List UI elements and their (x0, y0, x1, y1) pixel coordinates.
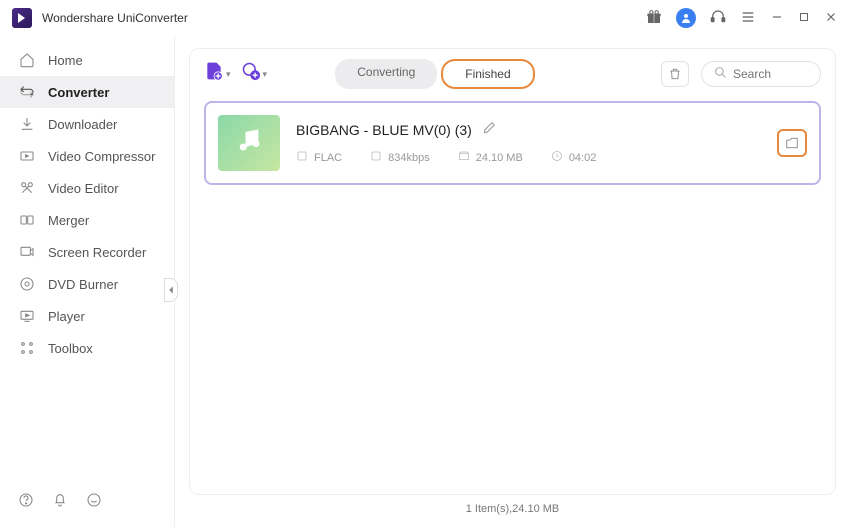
feedback-icon[interactable] (86, 492, 102, 513)
file-format: FLAC (296, 150, 342, 165)
sidebar-item-label: Converter (48, 85, 109, 100)
dvd-icon (18, 276, 36, 292)
size-icon (458, 150, 470, 165)
merger-icon (18, 212, 36, 228)
toolbox-icon (18, 340, 36, 356)
tab-finished[interactable]: Finished (441, 59, 534, 89)
sidebar-item-label: Merger (48, 213, 89, 228)
downloader-icon (18, 116, 36, 132)
add-circle-icon (241, 61, 261, 87)
content-area: ▾ ▾ Converting Finished (175, 36, 850, 527)
sidebar-item-label: Screen Recorder (48, 245, 146, 260)
sidebar-item-toolbox[interactable]: Toolbox (0, 332, 174, 364)
compressor-icon (18, 148, 36, 164)
titlebar: Wondershare UniConverter (0, 0, 850, 36)
file-size: 24.10 MB (458, 150, 523, 165)
sidebar-item-label: Home (48, 53, 83, 68)
bottom-icon-bar (0, 478, 174, 527)
recorder-icon (18, 244, 36, 260)
search-input[interactable] (733, 67, 813, 81)
search-icon (714, 66, 727, 82)
file-title: BIGBANG - BLUE MV(0) (3) (296, 122, 472, 138)
file-item[interactable]: BIGBANG - BLUE MV(0) (3) FLAC 834kbps 24… (204, 101, 821, 185)
add-url-button[interactable]: ▾ (241, 61, 268, 87)
close-button[interactable] (824, 10, 838, 27)
chevron-down-icon: ▾ (263, 69, 268, 80)
tab-converting[interactable]: Converting (335, 59, 437, 89)
sidebar-item-label: Video Editor (48, 181, 119, 196)
sidebar-item-merger[interactable]: Merger (0, 204, 174, 236)
sidebar-item-player[interactable]: Player (0, 300, 174, 332)
format-icon (296, 150, 308, 165)
open-folder-button[interactable] (777, 129, 807, 157)
sidebar-item-converter[interactable]: Converter (0, 76, 174, 108)
toolbar-right (661, 61, 821, 87)
titlebar-left: Wondershare UniConverter (12, 8, 188, 28)
sidebar-item-video-editor[interactable]: Video Editor (0, 172, 174, 204)
file-duration: 04:02 (551, 150, 597, 165)
music-note-icon (235, 126, 263, 161)
maximize-button[interactable] (798, 10, 810, 26)
status-bar: 1 Item(s),24.10 MB (189, 495, 836, 519)
editor-icon (18, 180, 36, 196)
player-icon (18, 308, 36, 324)
edit-icon[interactable] (482, 121, 496, 138)
folder-icon (784, 136, 800, 150)
sidebar-item-label: Toolbox (48, 341, 93, 356)
sidebar-item-video-compressor[interactable]: Video Compressor (0, 140, 174, 172)
sidebar-item-label: DVD Burner (48, 277, 118, 292)
converter-icon (18, 84, 36, 100)
bitrate-icon (370, 150, 382, 165)
sidebar-item-label: Video Compressor (48, 149, 155, 164)
file-bitrate: 834kbps (370, 150, 430, 165)
add-file-icon (204, 61, 224, 87)
sidebar-item-home[interactable]: Home (0, 44, 174, 76)
app-logo-icon (12, 8, 32, 28)
home-icon (18, 52, 36, 68)
chevron-down-icon: ▾ (226, 69, 231, 80)
main-layout: Home Converter Downloader Video Compress… (0, 36, 850, 527)
toolbar: ▾ ▾ Converting Finished (204, 59, 821, 97)
sidebar-item-screen-recorder[interactable]: Screen Recorder (0, 236, 174, 268)
sidebar-item-label: Downloader (48, 117, 117, 132)
collapse-sidebar-button[interactable] (164, 278, 178, 302)
trash-icon (668, 67, 682, 81)
file-thumbnail (218, 115, 280, 171)
user-avatar-icon[interactable] (676, 8, 696, 28)
app-title: Wondershare UniConverter (42, 11, 188, 25)
minimize-button[interactable] (770, 10, 784, 27)
file-title-row: BIGBANG - BLUE MV(0) (3) (296, 121, 761, 138)
support-icon[interactable] (710, 9, 726, 28)
file-info: BIGBANG - BLUE MV(0) (3) FLAC 834kbps 24… (296, 121, 761, 165)
help-icon[interactable] (18, 492, 34, 513)
titlebar-right (646, 8, 838, 28)
sidebar-item-dvd-burner[interactable]: DVD Burner (0, 268, 174, 300)
file-meta-row: FLAC 834kbps 24.10 MB 04:02 (296, 150, 761, 165)
search-box[interactable] (701, 61, 821, 87)
sidebar-item-label: Player (48, 309, 85, 324)
nav-list: Home Converter Downloader Video Compress… (0, 36, 174, 478)
sidebar: Home Converter Downloader Video Compress… (0, 36, 175, 527)
bell-icon[interactable] (52, 492, 68, 513)
delete-button[interactable] (661, 61, 689, 87)
menu-icon[interactable] (740, 9, 756, 28)
clock-icon (551, 150, 563, 165)
add-file-button[interactable]: ▾ (204, 61, 231, 87)
gift-icon[interactable] (646, 9, 662, 28)
sidebar-item-downloader[interactable]: Downloader (0, 108, 174, 140)
tab-segment: Converting Finished (335, 59, 534, 89)
content-panel: ▾ ▾ Converting Finished (189, 48, 836, 495)
